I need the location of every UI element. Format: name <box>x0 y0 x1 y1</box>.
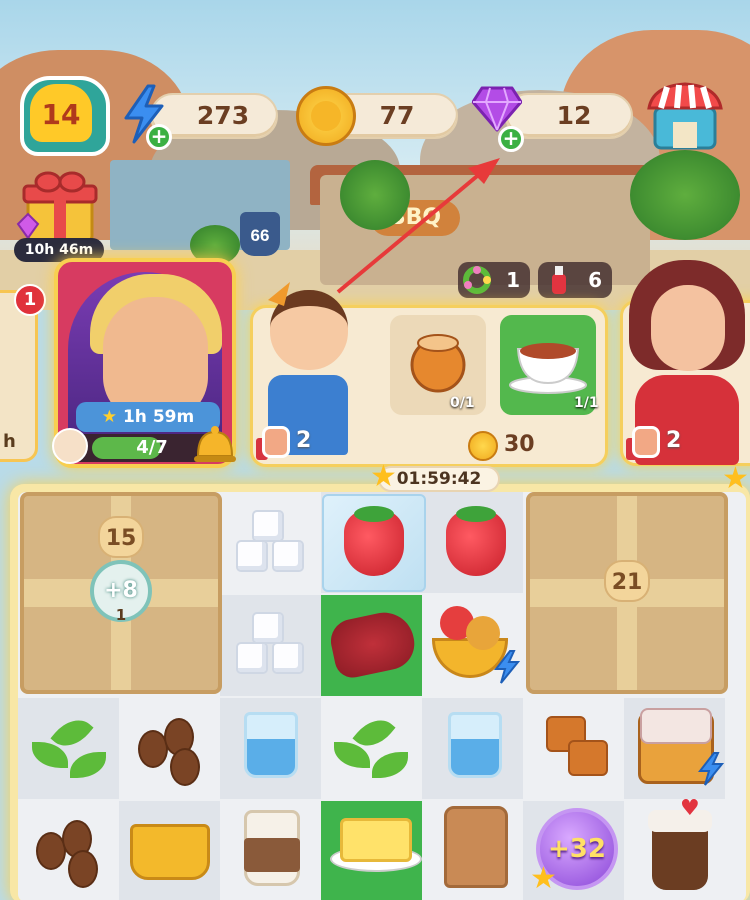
wreath-count: 1 <box>506 268 520 292</box>
crate-level-right: 21 <box>604 560 650 602</box>
partial-timer-text: h <box>3 431 16 452</box>
water-glass-item[interactable] <box>244 712 298 778</box>
sauce-bottle-icon <box>552 266 566 294</box>
thumbs-up-icon <box>262 426 290 458</box>
water-glass-item[interactable] <box>448 712 502 778</box>
likes-count-right: 2 <box>666 428 682 453</box>
add-gems-button[interactable]: + <box>498 126 524 152</box>
notification-badge: 1 <box>14 284 46 316</box>
tea-cup-icon <box>509 343 587 394</box>
coin-icon <box>296 86 356 146</box>
route-66-sign: 66 <box>240 212 280 256</box>
gift-box-icon[interactable] <box>14 168 104 248</box>
customer-avatar <box>651 285 725 371</box>
star-icon: ★ <box>722 461 749 496</box>
likes-indicator-right: 2 <box>626 424 688 464</box>
service-bell-icon[interactable] <box>194 424 236 464</box>
boost-count: 1 <box>115 606 127 624</box>
likes-indicator: 2 <box>256 424 318 464</box>
customer-avatar <box>270 290 348 370</box>
pot-progress: 0/1 <box>450 395 475 411</box>
lightning-bolt-icon <box>698 752 724 786</box>
soup-pot-icon <box>410 334 466 393</box>
tea-progress: 1/1 <box>574 395 599 411</box>
basket-item[interactable] <box>130 824 210 880</box>
order-reward: 30 <box>504 432 535 457</box>
customer-avatar-icon <box>52 428 88 464</box>
coin-icon <box>468 431 498 461</box>
lightning-bolt-icon <box>494 650 520 684</box>
level-badge[interactable]: 14 <box>20 76 110 156</box>
gem-value: 12 <box>556 101 592 130</box>
flower-wreath-icon <box>463 266 491 294</box>
level-number: 14 <box>41 98 81 131</box>
order-item-tea[interactable]: 1/1 <box>500 315 599 415</box>
star-icon: ★ <box>370 459 397 494</box>
sauce-count: 6 <box>588 268 602 292</box>
gem-counter[interactable]: 12 <box>505 93 633 139</box>
heart-icon: ♥ <box>680 796 700 821</box>
coffee-bag-generator[interactable] <box>444 806 508 888</box>
star-icon: ★ <box>101 407 123 427</box>
palm-tree <box>630 150 740 240</box>
thumbs-up-icon <box>632 426 660 458</box>
shop-icon[interactable] <box>645 78 725 154</box>
wreath-inventory[interactable]: 1 <box>458 262 530 298</box>
crate-level-left: 15 <box>98 516 144 558</box>
star-icon: ★ <box>530 861 557 896</box>
add-energy-button[interactable]: + <box>146 124 172 150</box>
sauce-inventory[interactable]: 6 <box>538 262 612 298</box>
likes-count: 2 <box>296 428 312 453</box>
palm-tree <box>340 160 410 230</box>
order-item-pot[interactable]: 0/1 <box>390 315 486 415</box>
